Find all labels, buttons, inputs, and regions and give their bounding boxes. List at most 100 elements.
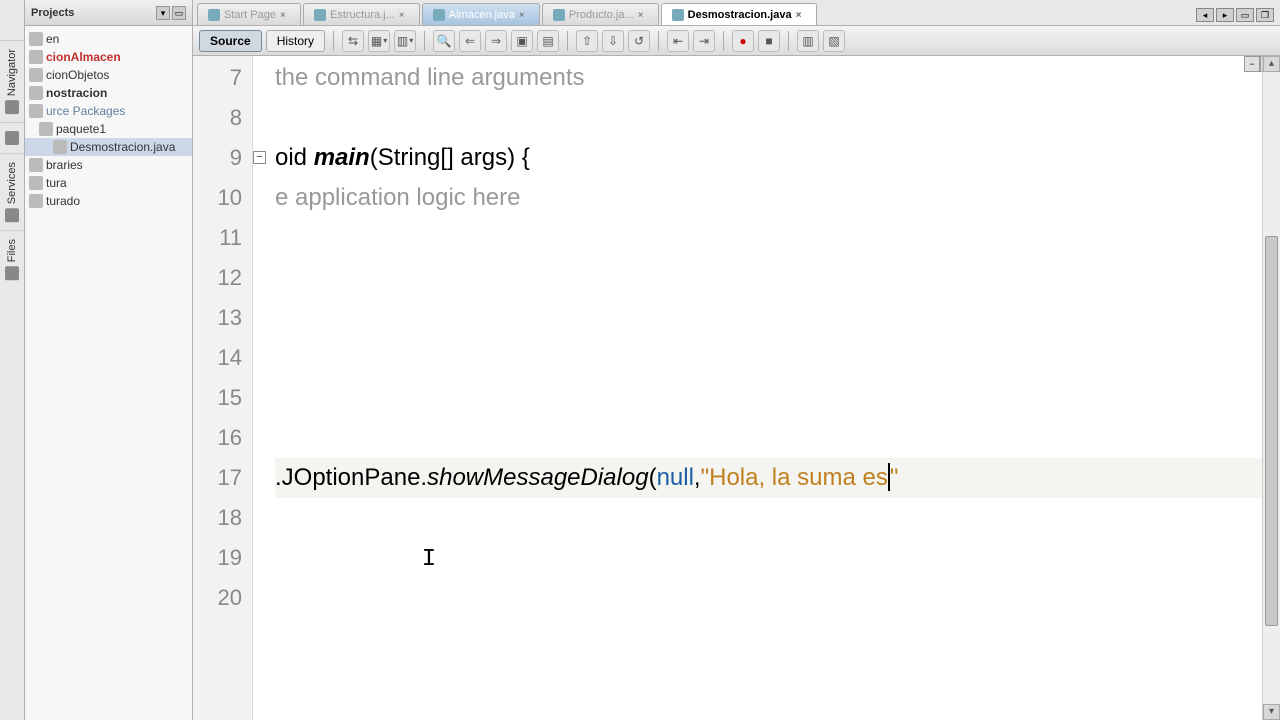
tree-item-label: turado: [46, 194, 80, 208]
vtab-services[interactable]: Services: [0, 153, 24, 230]
file-tab[interactable]: Almacen.java×: [422, 3, 540, 25]
close-tab-button[interactable]: ×: [399, 10, 409, 20]
tree-item-label: paquete1: [56, 122, 106, 136]
code-line[interactable]: oid main(String[] args) {: [275, 138, 1280, 178]
uncomment-button[interactable]: ▧: [823, 30, 845, 52]
file-tab-label: Estructura.j...: [330, 9, 395, 21]
vtab-files[interactable]: Files: [0, 230, 24, 288]
tree-item[interactable]: nostracion: [25, 84, 192, 102]
shift-left-button[interactable]: ⇤: [667, 30, 689, 52]
scroll-tabs-right-button[interactable]: ▸: [1216, 8, 1234, 22]
code-body[interactable]: the command line arguments oid main(Stri…: [253, 56, 1280, 720]
code-line[interactable]: [275, 98, 1280, 138]
bookmark-up-button[interactable]: ⇧: [576, 30, 598, 52]
code-line-current[interactable]: .JOptionPane.showMessageDialog(null,"Hol…: [275, 458, 1280, 498]
panel-minimize-button[interactable]: ▭: [172, 6, 186, 20]
file-tab[interactable]: Start Page×: [197, 3, 301, 25]
code-line[interactable]: [275, 498, 1280, 538]
close-tab-button[interactable]: ×: [280, 10, 290, 20]
line-number[interactable]: 8: [193, 98, 252, 138]
tree-item[interactable]: turado: [25, 192, 192, 210]
line-number[interactable]: 18: [193, 498, 252, 538]
scrollbar-thumb[interactable]: [1265, 236, 1278, 626]
line-number[interactable]: 15: [193, 378, 252, 418]
scroll-tabs-left-button[interactable]: ◂: [1196, 8, 1214, 22]
line-number[interactable]: 19: [193, 538, 252, 578]
scroll-down-button[interactable]: ▾: [1263, 704, 1280, 720]
record-macro-button[interactable]: ●: [732, 30, 754, 52]
toolbar-button-1[interactable]: ⇆: [342, 30, 364, 52]
file-tab[interactable]: Estructura.j... ×: [303, 3, 420, 25]
line-number[interactable]: 17: [193, 458, 252, 498]
line-number[interactable]: 7: [193, 58, 252, 98]
highlight-button[interactable]: ▣: [511, 30, 533, 52]
stop-macro-button[interactable]: ■: [758, 30, 780, 52]
vertical-scrollbar[interactable]: ▴ ▾: [1262, 56, 1280, 720]
file-tab-bar: Start Page×Estructura.j...×Almacen.java×…: [193, 0, 1280, 26]
shift-right-button[interactable]: ⇥: [693, 30, 715, 52]
code-line[interactable]: [275, 298, 1280, 338]
file-tab[interactable]: Desmostracion.java×: [661, 3, 817, 25]
tree-item[interactable]: en: [25, 30, 192, 48]
tree-node-icon: [29, 104, 43, 118]
code-line[interactable]: [275, 218, 1280, 258]
tree-item[interactable]: paquete1: [25, 120, 192, 138]
code-editor[interactable]: 789−1011121314151617181920 the command l…: [193, 56, 1280, 720]
source-tab[interactable]: Source: [199, 30, 262, 52]
file-icon: [553, 9, 565, 21]
toolbar-button-11[interactable]: ↺: [628, 30, 650, 52]
file-tab[interactable]: Producto.ja...×: [542, 3, 659, 25]
bookmark-down-button[interactable]: ⇩: [602, 30, 624, 52]
code-line[interactable]: [275, 418, 1280, 458]
panel-menu-button[interactable]: ▾: [156, 6, 170, 20]
close-tab-button[interactable]: ×: [796, 10, 806, 20]
tree-node-icon: [39, 122, 53, 136]
line-number[interactable]: 14: [193, 338, 252, 378]
tree-item-label: Desmostracion.java: [70, 140, 175, 154]
tree-item[interactable]: Desmostracion.java: [25, 138, 192, 156]
code-line[interactable]: [275, 338, 1280, 378]
files-icon: [5, 267, 19, 281]
file-icon: [672, 9, 684, 21]
code-line[interactable]: [275, 578, 1280, 618]
line-number[interactable]: 10: [193, 178, 252, 218]
comment-button[interactable]: ▥: [797, 30, 819, 52]
tree-item[interactable]: cionAlmacen: [25, 48, 192, 66]
tree-node-icon: [29, 32, 43, 46]
tree-item[interactable]: cionObjetos: [25, 66, 192, 84]
maximize-button[interactable]: ▭: [1236, 8, 1254, 22]
line-number[interactable]: 11: [193, 218, 252, 258]
prev-button[interactable]: ⇐: [459, 30, 481, 52]
next-button[interactable]: ⇒: [485, 30, 507, 52]
tree-node-icon: [29, 176, 43, 190]
close-tab-button[interactable]: ×: [638, 10, 648, 20]
line-number[interactable]: 9−: [193, 138, 252, 178]
vtab-navigator[interactable]: Navigator: [0, 40, 24, 122]
toolbar-button-8[interactable]: ▤: [537, 30, 559, 52]
vtab-unknown[interactable]: [0, 122, 24, 153]
code-line[interactable]: the command line arguments: [275, 58, 1280, 98]
code-line[interactable]: e application logic here: [275, 178, 1280, 218]
tree-item-label: cionAlmacen: [46, 50, 121, 64]
scroll-up-button[interactable]: ▴: [1263, 56, 1280, 72]
tree-item[interactable]: tura: [25, 174, 192, 192]
editor-area: Start Page×Estructura.j...×Almacen.java×…: [193, 0, 1280, 720]
line-number[interactable]: 13: [193, 298, 252, 338]
line-number[interactable]: 16: [193, 418, 252, 458]
line-number[interactable]: 20: [193, 578, 252, 618]
restore-button[interactable]: ❐: [1256, 8, 1274, 22]
history-tab[interactable]: History: [266, 30, 325, 52]
toolbar-button-2[interactable]: ▦: [368, 30, 390, 52]
close-tab-button[interactable]: ×: [519, 10, 529, 20]
tree-item[interactable]: braries: [25, 156, 192, 174]
toolbar-button-3[interactable]: ▥: [394, 30, 416, 52]
vertical-tab-bar: Navigator Services Files: [0, 0, 25, 720]
line-number[interactable]: 12: [193, 258, 252, 298]
line-number-gutter: 789−1011121314151617181920: [193, 56, 253, 720]
project-tree: en cionAlmacen cionObjetosnostracionurce P…: [25, 26, 192, 214]
code-line[interactable]: [275, 378, 1280, 418]
tree-item[interactable]: urce Packages: [25, 102, 192, 120]
code-line[interactable]: [275, 258, 1280, 298]
code-line[interactable]: I: [275, 538, 1280, 578]
find-button[interactable]: 🔍: [433, 30, 455, 52]
